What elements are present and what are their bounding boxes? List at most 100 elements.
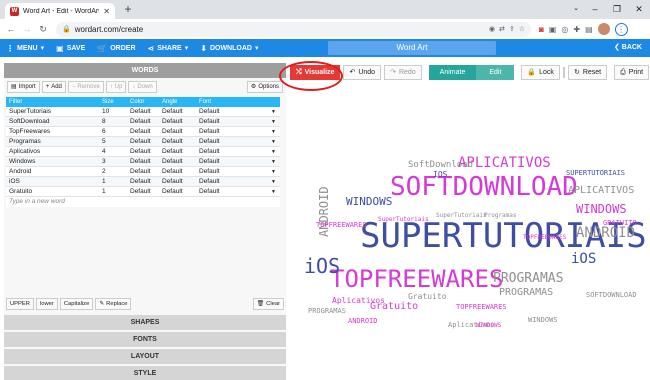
back-button[interactable]: ❮ BACK xyxy=(614,39,642,57)
color-cell[interactable]: Default xyxy=(128,147,160,156)
table-row[interactable]: Android 2 Default Default Default ▼ xyxy=(6,167,280,177)
pocket-icon[interactable]: ◙ xyxy=(539,25,544,34)
size-cell[interactable]: 1 xyxy=(100,177,128,186)
dropdown-arrow-icon[interactable]: ▼ xyxy=(271,167,276,177)
angle-cell[interactable]: Default xyxy=(160,137,197,146)
share-icon[interactable]: ⇪ xyxy=(509,25,515,33)
angle-cell[interactable]: Default xyxy=(160,177,197,186)
size-cell[interactable]: 5 xyxy=(100,137,128,146)
color-cell[interactable]: Default xyxy=(128,117,160,126)
angle-cell[interactable]: Default xyxy=(160,167,197,176)
cloud-word[interactable]: SoftDownload xyxy=(408,160,473,170)
angle-cell[interactable]: Default xyxy=(160,117,197,126)
table-row[interactable]: TopFreewares 6 Default Default Default ▼ xyxy=(6,127,280,137)
font-cell[interactable]: Default ▼ xyxy=(197,137,280,146)
table-row[interactable]: SoftDownload 8 Default Default Default ▼ xyxy=(6,117,280,127)
word-cell[interactable]: Programas xyxy=(6,137,100,146)
word-cell[interactable]: TopFreewares xyxy=(6,127,100,136)
filter-header[interactable]: Filter xyxy=(6,97,100,107)
color-cell[interactable]: Default xyxy=(128,187,160,196)
lock-button[interactable]: 🔒 Lock xyxy=(521,64,560,80)
cloud-word[interactable]: SuperTutoriais xyxy=(378,216,429,223)
font-cell[interactable]: Default ▼ xyxy=(197,187,280,196)
size-cell[interactable]: 6 xyxy=(100,127,128,136)
font-cell[interactable]: Default ▼ xyxy=(197,157,280,166)
size-cell[interactable]: 10 xyxy=(100,107,128,116)
cloud-word[interactable]: ANDROID xyxy=(317,186,331,237)
cloud-word[interactable]: SOFTDOWNLOAD xyxy=(586,291,637,299)
angle-cell[interactable]: Default xyxy=(160,187,197,196)
close-window-button[interactable]: ✕ xyxy=(628,0,650,19)
order-button[interactable]: 🛒 ORDER xyxy=(91,44,141,53)
back-arrow-icon[interactable]: ← xyxy=(4,22,18,36)
cloud-word[interactable]: WINDOWS xyxy=(576,202,627,216)
word-cell[interactable]: SoftDownload xyxy=(6,117,100,126)
down-button[interactable]: ↓ Down xyxy=(128,81,157,93)
replace-button[interactable]: ✎ Replace xyxy=(95,298,132,310)
table-row[interactable]: Windows 3 Default Default Default ▼ xyxy=(6,157,280,167)
browser-tab[interactable]: W Word Art - Edit - WordArt.com ✕ xyxy=(5,3,115,19)
sidebar-icon[interactable]: ▤ xyxy=(585,25,593,34)
lowercase-button[interactable]: lower xyxy=(35,298,58,310)
angle-cell[interactable]: Default xyxy=(160,157,197,166)
share-button[interactable]: ⋖ SHARE ▾ xyxy=(142,44,195,53)
save-button[interactable]: ▣ SAVE xyxy=(50,44,91,53)
table-row[interactable]: iOS 1 Default Default Default ▼ xyxy=(6,177,280,187)
color-cell[interactable]: Default xyxy=(128,137,160,146)
cloud-word[interactable]: Gratuito xyxy=(408,292,447,301)
cloud-word[interactable]: APLICATIVOS xyxy=(568,185,634,196)
menu-button[interactable]: ⋮ MENU ▾ xyxy=(0,44,50,53)
cloud-word[interactable]: Programas xyxy=(484,212,517,219)
import-button[interactable]: ▤ Import xyxy=(7,81,40,93)
font-cell[interactable]: Default ▼ xyxy=(197,167,280,176)
translate-icon[interactable]: ⇄ xyxy=(499,25,505,33)
cloud-word[interactable]: TOPFREEWARES xyxy=(316,221,367,229)
cloud-word[interactable]: TOPFREEWARES xyxy=(456,303,507,311)
options-button[interactable]: ⚙ Options xyxy=(246,81,283,93)
uppercase-button[interactable]: UPPER xyxy=(6,298,34,310)
size-cell[interactable]: 8 xyxy=(100,117,128,126)
cloud-word[interactable]: WINDOWS xyxy=(528,316,558,324)
word-cell[interactable]: Android xyxy=(6,167,100,176)
color-cell[interactable]: Default xyxy=(128,107,160,116)
cloud-word[interactable]: Aplicativos xyxy=(332,296,385,305)
animate-button[interactable]: Animate xyxy=(428,64,477,80)
camera-icon[interactable]: ◉ xyxy=(489,25,495,33)
cloud-word[interactable]: iOS xyxy=(304,254,340,278)
color-cell[interactable]: Default xyxy=(128,177,160,186)
cloud-word[interactable]: PROGRAMAS xyxy=(308,307,346,315)
color-cell[interactable]: Default xyxy=(128,157,160,166)
cloud-word[interactable]: SUPERTUTORIAIS xyxy=(566,169,625,177)
words-header[interactable]: WORDS xyxy=(4,63,286,78)
background-color-swatch[interactable] xyxy=(562,66,565,78)
font-cell[interactable]: Default ▼ xyxy=(197,177,280,186)
cloud-word[interactable]: PROGRAMAS xyxy=(493,271,563,286)
cloud-word[interactable]: ANDROID xyxy=(576,225,635,241)
browser-menu-icon[interactable]: ⋮ xyxy=(614,22,628,36)
extension-icon[interactable]: ▣ xyxy=(549,25,557,34)
capitalize-button[interactable]: Capitalize xyxy=(59,298,94,310)
size-cell[interactable]: 1 xyxy=(100,187,128,196)
extension-circle-icon[interactable]: ◎ xyxy=(561,25,568,34)
cloud-word[interactable]: PROGRAMAS xyxy=(499,287,553,298)
word-cloud-canvas[interactable]: SOFTDOWNLOAD SUPERTUTORIAIS TOPFREEWARES AP… xyxy=(288,117,648,379)
new-word-input[interactable]: Type in a new word xyxy=(6,197,280,207)
color-cell[interactable]: Default xyxy=(128,167,160,176)
dropdown-arrow-icon[interactable]: ▼ xyxy=(271,187,276,197)
cloud-word[interactable]: WINDOWS xyxy=(346,195,392,208)
angle-cell[interactable]: Default xyxy=(160,147,197,156)
word-cell[interactable]: Gratuito xyxy=(6,187,100,196)
reload-icon[interactable]: ↻ xyxy=(36,22,50,36)
clear-button[interactable]: 🗑 Clear xyxy=(252,298,284,310)
word-cell[interactable]: Aplicativos xyxy=(6,147,100,156)
close-tab-icon[interactable]: ✕ xyxy=(103,7,110,16)
address-bar[interactable]: 🔒 wordart.com/create ◉ ⇄ ⇪ ☆ xyxy=(56,21,531,37)
table-row[interactable]: Gratuito 1 Default Default Default ▼ xyxy=(6,187,280,197)
size-cell[interactable]: 4 xyxy=(100,147,128,156)
remove-button[interactable]: − Remove xyxy=(67,81,104,93)
reset-button[interactable]: ↻ Reset xyxy=(567,64,608,80)
dropdown-arrow-icon[interactable]: ▼ xyxy=(271,177,276,187)
cloud-word[interactable]: ANDROID xyxy=(348,317,378,325)
color-cell[interactable]: Default xyxy=(128,127,160,136)
document-title[interactable]: Word Art xyxy=(328,41,496,55)
